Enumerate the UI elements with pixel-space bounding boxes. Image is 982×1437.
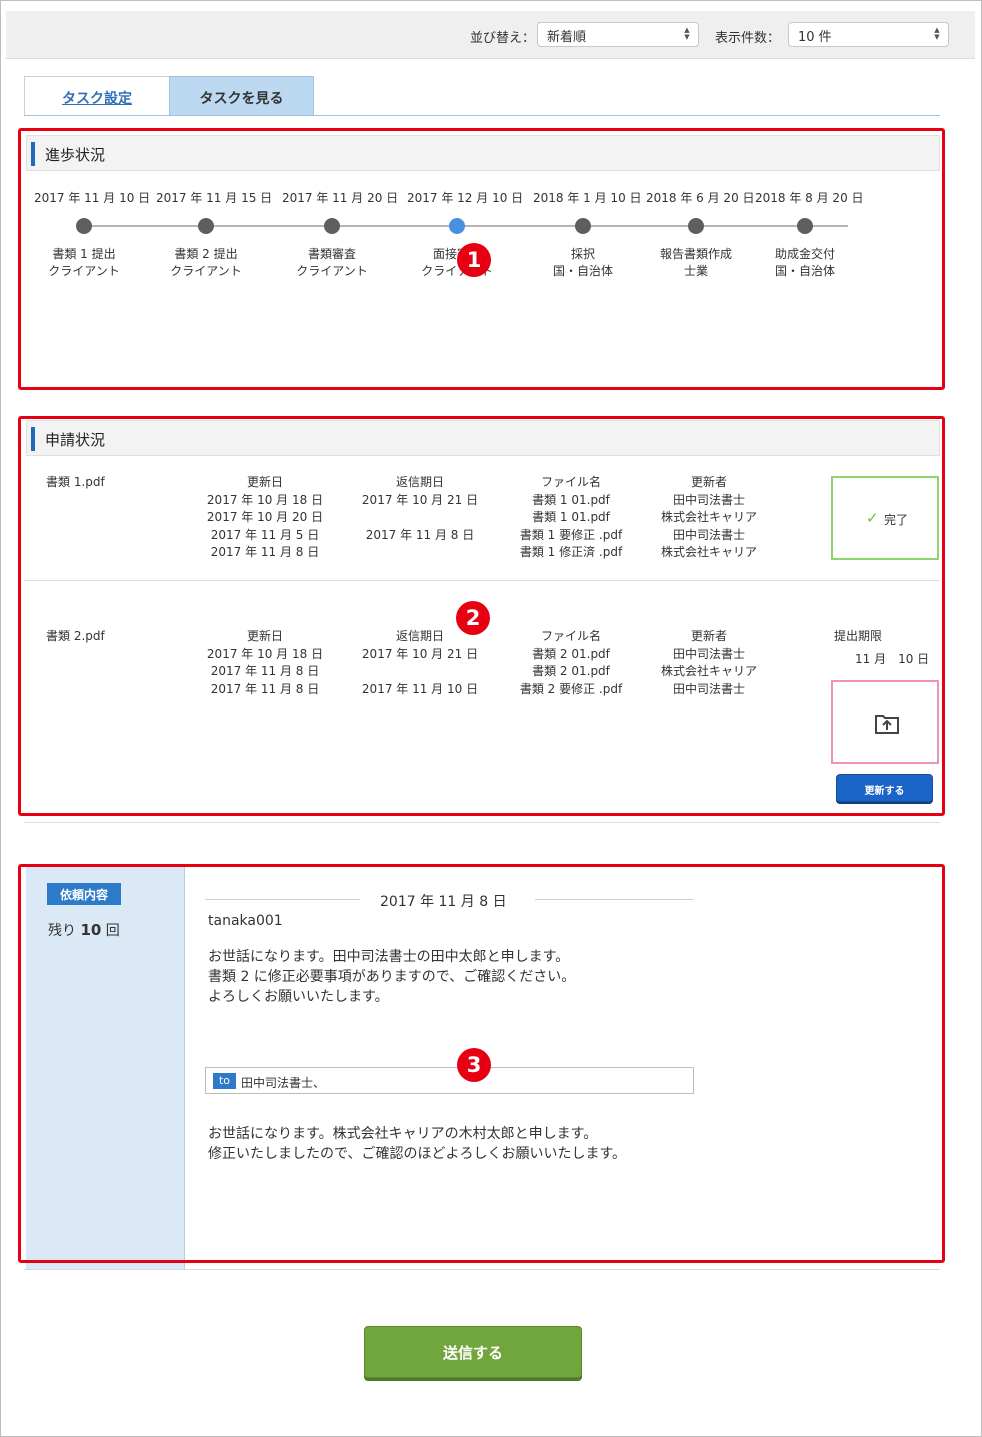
count-label: 表示件数：	[715, 31, 781, 46]
select-arrows-icon: ▲ ▼	[934, 26, 940, 41]
section-divider	[24, 822, 940, 823]
tab-view-tasks[interactable]: タスクを見る	[169, 76, 314, 116]
tab-task-settings[interactable]: タスク設定	[24, 76, 170, 116]
sort-select-value: 新着順	[547, 30, 587, 45]
annotation-badge-3: 3	[457, 1048, 491, 1082]
annotation-badge-1: 1	[457, 243, 491, 277]
sort-select[interactable]: 新着順 ▲ ▼	[537, 22, 699, 47]
annotation-badge-2: 2	[456, 601, 490, 635]
request-bottom-border	[24, 1269, 940, 1270]
send-button[interactable]: 送信する	[364, 1326, 582, 1378]
count-select-value: 10 件	[798, 30, 832, 45]
sort-label: 並び替え：	[470, 31, 536, 46]
list-toolbar: 並び替え： 新着順 ▲ ▼ 表示件数： 10 件 ▲ ▼	[6, 11, 975, 59]
select-arrows-icon: ▲ ▼	[684, 26, 690, 41]
tab-divider	[24, 115, 940, 116]
count-select[interactable]: 10 件 ▲ ▼	[788, 22, 949, 47]
